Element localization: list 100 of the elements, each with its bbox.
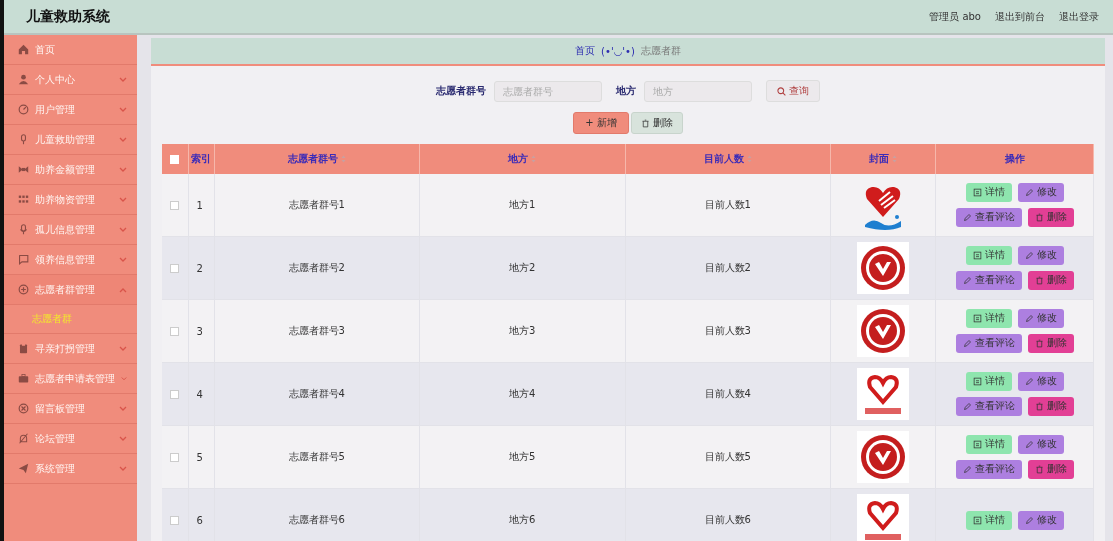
column-header: 索引 <box>188 144 214 174</box>
sidebar-item[interactable]: 寻亲打拐管理 <box>4 334 137 364</box>
row-action-button[interactable]: 查看评论 <box>955 397 1022 416</box>
row-checkbox[interactable] <box>170 201 180 210</box>
table-cell: 6 <box>196 514 203 526</box>
header-link[interactable]: 退出到前台 <box>995 9 1045 24</box>
sort-icon <box>892 155 897 163</box>
row-checkbox[interactable] <box>170 264 180 273</box>
row-action-button[interactable]: 修改 <box>1017 372 1064 391</box>
breadcrumb-link[interactable]: 首页 <box>575 44 596 58</box>
trash-icon <box>1034 402 1044 411</box>
document-icon <box>972 314 982 323</box>
briefcase-icon <box>18 373 29 384</box>
bell-off-icon <box>18 433 29 444</box>
sidebar-item[interactable]: 论坛管理 <box>4 424 137 454</box>
column-header[interactable]: 志愿者群号 <box>214 144 420 174</box>
table-cell: 5 <box>196 451 203 463</box>
sidebar-item[interactable]: 儿童救助管理 <box>4 125 137 155</box>
table-cell: 3 <box>196 325 203 337</box>
breadcrumb-separator: (•'◡'•) <box>601 45 635 57</box>
table-cell: 志愿者群号6 <box>288 514 345 525</box>
document-icon <box>972 515 982 525</box>
table-cell: 2 <box>196 262 203 274</box>
table-cell: 目前人数4 <box>704 388 751 399</box>
trash-icon <box>1034 339 1044 348</box>
row-action-button[interactable]: 修改 <box>1017 435 1064 454</box>
select-all-checkbox[interactable] <box>170 155 180 164</box>
app-title: 儿童救助系统 <box>26 7 110 26</box>
row-action-button[interactable]: 修改 <box>1017 246 1064 265</box>
table-cell: 目前人数5 <box>704 451 751 462</box>
row-action-button[interactable]: 查看评论 <box>955 208 1022 227</box>
row-action-button[interactable]: 修改 <box>1017 510 1064 530</box>
document-icon <box>972 251 982 260</box>
trash-icon <box>1034 213 1044 222</box>
sidebar-item[interactable]: 留言板管理 <box>4 394 137 424</box>
pencil-icon <box>1024 515 1034 525</box>
row-action-button[interactable]: 删除 <box>1027 271 1074 290</box>
table-cell: 地方3 <box>509 325 536 336</box>
sidebar-item[interactable]: 个人中心 <box>4 65 137 95</box>
pencil-icon <box>962 465 972 474</box>
add-button[interactable]: + 新增 <box>573 112 629 134</box>
field-label: 志愿者群号 <box>436 84 486 98</box>
document-icon <box>972 377 982 386</box>
pencil-icon <box>1024 440 1034 449</box>
row-action-button[interactable]: 详情 <box>965 183 1012 202</box>
pencil-icon <box>962 276 972 285</box>
sidebar-item[interactable]: 助养物资管理 <box>4 185 137 215</box>
sidebar-item[interactable]: 首页 <box>4 35 137 65</box>
sidebar-item[interactable]: 孤儿信息管理 <box>4 215 137 245</box>
column-header[interactable]: 地方 <box>419 144 625 174</box>
sidebar-item[interactable]: 志愿者申请表管理 <box>4 364 137 394</box>
grid-icon <box>18 194 29 205</box>
clipboard-icon <box>18 343 29 354</box>
row-action-button[interactable]: 查看评论 <box>955 334 1022 353</box>
trash-icon <box>1034 276 1044 285</box>
row-action-button[interactable]: 修改 <box>1017 309 1064 328</box>
row-action-button[interactable]: 查看评论 <box>955 271 1022 290</box>
search-button[interactable]: 查询 <box>766 80 820 102</box>
sort-icon <box>746 155 752 163</box>
pencil-icon <box>1024 188 1034 197</box>
delete-button[interactable]: 删除 <box>630 112 683 134</box>
row-action-button[interactable]: 详情 <box>965 510 1012 530</box>
row-checkbox[interactable] <box>170 516 180 525</box>
table-cell: 目前人数3 <box>704 325 751 336</box>
row-checkbox[interactable] <box>170 327 180 336</box>
plus-circle-icon <box>18 284 29 295</box>
document-icon <box>972 188 982 197</box>
row-action-button[interactable]: 查看评论 <box>955 460 1022 479</box>
pencil-icon <box>1024 377 1034 386</box>
document-icon <box>972 440 982 449</box>
table-cell: 志愿者群号4 <box>288 388 345 399</box>
user-icon <box>18 74 29 85</box>
row-checkbox[interactable] <box>170 453 180 462</box>
pencil-icon <box>962 402 972 411</box>
trash-icon <box>1034 465 1044 474</box>
sidebar-item[interactable]: 用户管理 <box>4 95 137 125</box>
row-action-button[interactable]: 删除 <box>1027 208 1074 227</box>
table-cell: 地方2 <box>509 262 536 273</box>
row-action-button[interactable]: 详情 <box>965 246 1012 265</box>
row-action-button[interactable]: 详情 <box>965 309 1012 328</box>
sidebar-item[interactable]: 助养金额管理 <box>4 155 137 185</box>
row-action-button[interactable]: 详情 <box>965 372 1012 391</box>
microphone-icon <box>18 134 29 145</box>
column-header[interactable]: 封面 <box>830 144 936 174</box>
sidebar-item[interactable]: 系统管理 <box>4 454 137 484</box>
search-icon <box>777 86 786 96</box>
row-action-button[interactable]: 删除 <box>1027 334 1074 353</box>
paper-plane-icon <box>18 463 29 474</box>
column-header[interactable]: 目前人数 <box>625 144 831 174</box>
header-link[interactable]: 退出登录 <box>1059 9 1099 24</box>
x-circle-icon <box>18 403 29 414</box>
table-cell: 志愿者群号2 <box>288 262 345 273</box>
row-checkbox[interactable] <box>170 390 180 399</box>
header-link[interactable]: 管理员 abo <box>929 9 981 24</box>
column-header: 操作 <box>935 144 1094 174</box>
row-action-button[interactable]: 删除 <box>1027 460 1074 479</box>
row-action-button[interactable]: 详情 <box>965 435 1012 454</box>
row-action-button[interactable]: 修改 <box>1017 183 1064 202</box>
row-action-button[interactable]: 删除 <box>1027 397 1074 416</box>
chat-icon <box>18 254 29 265</box>
